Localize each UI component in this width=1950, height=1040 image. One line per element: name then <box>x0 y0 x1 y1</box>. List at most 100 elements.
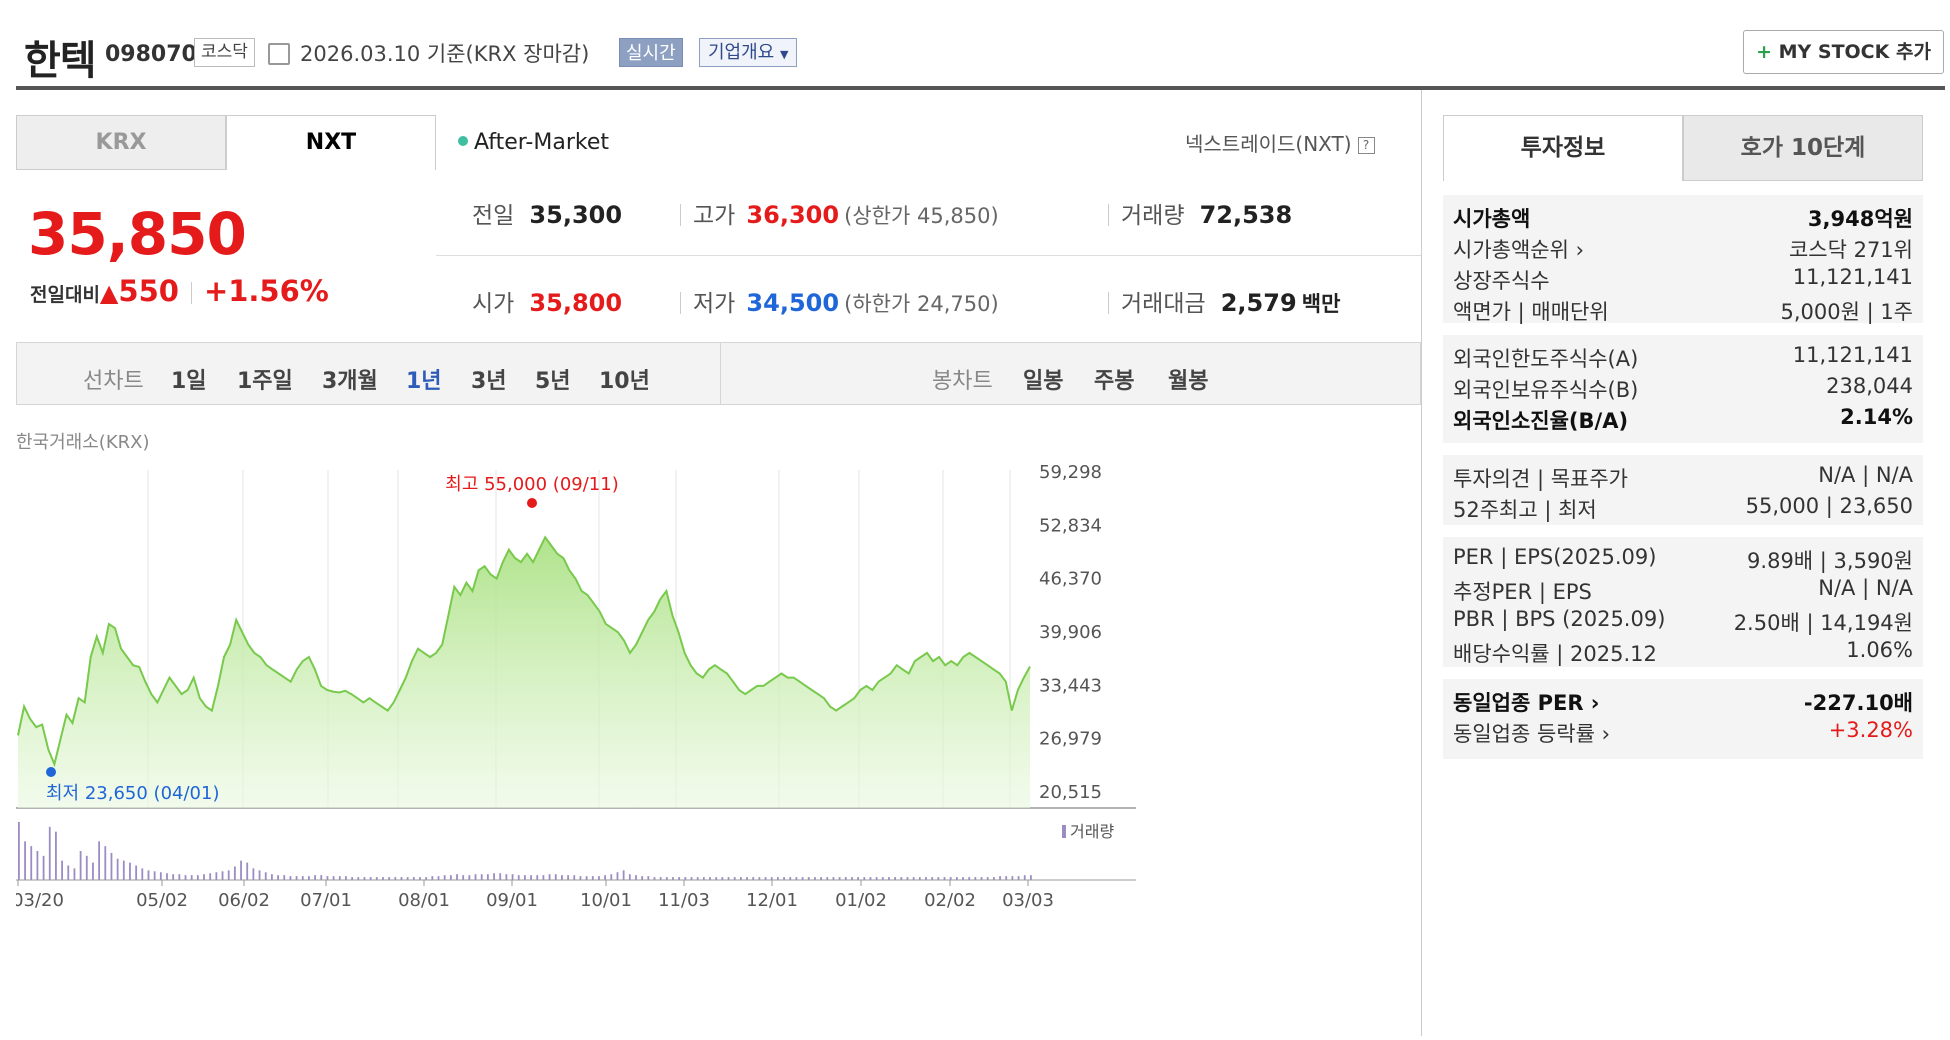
info-group: PER | EPS(2025.09) 9.89배 | 3,590원 추정PER | … <box>1443 537 1923 667</box>
tab-investment-info[interactable]: 투자정보 <box>1443 115 1683 181</box>
tab-order-book[interactable]: 호가 10단계 <box>1683 115 1923 181</box>
info-value: 11,121,141 <box>1792 265 1913 289</box>
volume-bar <box>301 876 304 880</box>
volume-bar <box>437 876 440 880</box>
tab-krx[interactable]: KRX <box>16 115 226 170</box>
volume-bar <box>258 870 261 880</box>
volume-bar <box>246 862 249 880</box>
info-row: 상장주식수 11,121,141 <box>1453 265 1913 295</box>
low-label: 최저 23,650 (04/01) <box>46 783 219 804</box>
change-rate: +1.56% <box>203 274 329 308</box>
prev-close-label: 전일 <box>472 203 515 229</box>
period-1w[interactable]: 1주일 <box>237 363 293 395</box>
volume-bar <box>561 875 563 880</box>
nxt-link[interactable]: 넥스트레이드(NXT)? <box>1185 128 1375 157</box>
tab-nxt[interactable]: NXT <box>226 115 436 170</box>
volume-bar <box>610 874 613 880</box>
x-tick-label: 12/01 <box>746 890 798 911</box>
amount-label: 거래대금 <box>1121 291 1206 317</box>
info-value: N/A | N/A <box>1818 463 1913 487</box>
info-row: 투자의견 | 목표주가 N/A | N/A <box>1453 463 1913 493</box>
realtime-button[interactable]: 실시간 <box>619 38 683 67</box>
high-label: 최고 55,000 (09/11) <box>445 474 618 495</box>
volume-bar <box>42 855 45 880</box>
volume-bar <box>332 876 335 880</box>
period-10y[interactable]: 10년 <box>599 363 650 395</box>
low-price: 저가 34,500 (하한가 24,750) <box>680 284 999 318</box>
info-value: 2.14% <box>1840 405 1913 429</box>
volume-bar <box>449 875 452 880</box>
after-market-label: After-Market <box>474 130 609 155</box>
x-tick-label: 03/20 <box>16 890 64 911</box>
company-overview-label: 기업개요 <box>708 42 775 63</box>
candle-daily[interactable]: 일봉 <box>1023 363 1063 395</box>
volume-bar <box>196 875 199 880</box>
period-3m[interactable]: 3개월 <box>322 363 378 395</box>
x-tick-label: 08/01 <box>398 890 450 911</box>
volume-bar <box>604 875 607 880</box>
help-icon[interactable]: ? <box>1357 137 1375 154</box>
period-5y[interactable]: 5년 <box>535 363 571 395</box>
volume-bar <box>190 875 193 880</box>
divider <box>680 204 681 226</box>
volume-bar <box>252 868 255 880</box>
info-group: 시가총액 3,948억원 시가총액순위 › 코스닥 271위 상장주식수 11,121,1… <box>1443 195 1923 324</box>
plus-icon: + <box>1756 41 1772 63</box>
period-1y[interactable]: 1년 <box>406 363 442 395</box>
add-my-stock-button[interactable]: + MY STOCK 추가 <box>1743 30 1944 74</box>
volume-bar <box>635 875 637 880</box>
trade-amount: 거래대금 2,579 백만 <box>1108 284 1340 318</box>
candle-monthly[interactable]: 월봉 <box>1168 363 1208 395</box>
volume-bar <box>554 874 557 880</box>
period-3y[interactable]: 3년 <box>471 363 507 395</box>
open-value: 35,800 <box>529 289 623 317</box>
volume-bar <box>67 865 70 880</box>
info-row: PER | EPS(2025.09) 9.89배 | 3,590원 <box>1453 545 1913 575</box>
status-dot-icon <box>458 136 468 146</box>
info-label: 외국인한도주식수(A) <box>1453 347 1639 371</box>
divider <box>1108 204 1109 226</box>
volume-bar <box>326 876 329 880</box>
candle-weekly[interactable]: 주봉 <box>1094 363 1134 395</box>
volume-bar <box>542 875 545 880</box>
info-value: 9.89배 | 3,590원 <box>1747 549 1913 573</box>
period-1d[interactable]: 1일 <box>171 363 207 395</box>
info-label: 외국인소진율(B/A) <box>1453 409 1629 433</box>
info-label: 투자의견 | 목표주가 <box>1453 467 1628 491</box>
info-value: +3.28% <box>1828 718 1913 742</box>
volume-bar <box>36 851 39 880</box>
info-value: 2.50배 | 14,194원 <box>1733 611 1913 635</box>
volume-bar <box>61 860 63 880</box>
low-label: 저가 <box>693 291 736 317</box>
volume-bar <box>641 876 644 880</box>
volume-bar <box>579 876 582 880</box>
info-row: 추정PER | EPS N/A | N/A <box>1453 576 1913 606</box>
info-row: 시가총액순위 › 코스닥 271위 <box>1453 234 1913 264</box>
info-label: 상장주식수 <box>1453 269 1550 293</box>
quote-divider <box>436 255 1421 256</box>
divider <box>190 282 192 304</box>
volume-bar <box>271 874 273 880</box>
y-tick-label: 59,298 <box>1039 462 1102 483</box>
volume-info: 거래량 72,538 <box>1108 196 1292 230</box>
volume-bar <box>616 872 619 880</box>
base-date: 2026.03.10 기준(KRX 장마감) <box>300 42 590 66</box>
volume-bar <box>79 851 82 880</box>
volume-bar <box>277 875 279 880</box>
exchange-label: 한국거래소(KRX) <box>16 432 150 453</box>
info-group: 투자의견 | 목표주가 N/A | N/A 52주최고 | 최저 55,000 | 2… <box>1443 455 1923 525</box>
volume-bar <box>1017 876 1020 880</box>
period-bar: 선차트 1일 1주일 3개월 1년 3년 5년 10년 봉차트 일봉 주봉 월봉 <box>16 342 1421 405</box>
info-value: 5,000원 | 1주 <box>1780 300 1913 324</box>
info-label: 외국인보유주식수(B) <box>1453 378 1639 402</box>
price-chart-svg: 59,298 52,834 46,370 39,906 33,443 26,979 20,5… <box>12 462 1136 911</box>
volume-bar <box>524 875 526 880</box>
company-overview-dropdown[interactable]: 기업개요 ▼ <box>699 38 798 67</box>
price-chart[interactable]: 59,298 52,834 46,370 39,906 33,443 26,979 20,5… <box>12 460 1421 1036</box>
info-row: 외국인한도주식수(A) 11,121,141 <box>1453 343 1913 373</box>
volume-bar <box>598 876 600 880</box>
volume-bar <box>499 873 502 880</box>
volume-bar <box>456 874 458 880</box>
info-row: 외국인소진율(B/A) 2.14% <box>1453 405 1913 435</box>
volume-bar <box>166 873 168 880</box>
